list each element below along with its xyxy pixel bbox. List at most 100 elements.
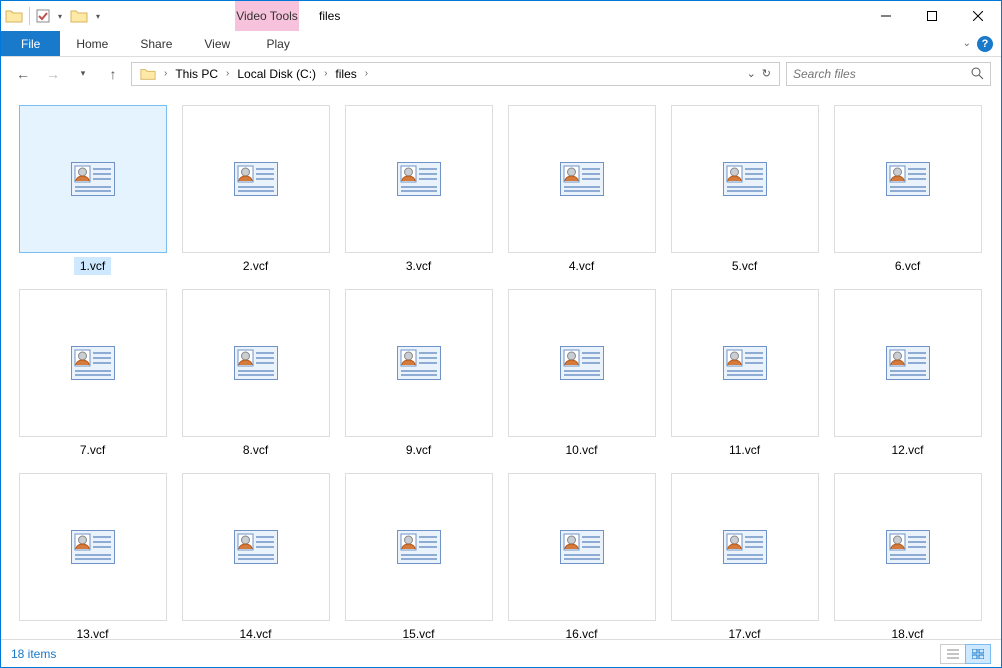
search-input[interactable] [793,67,971,81]
file-item[interactable]: 15.vcf [341,473,496,639]
vcf-icon [671,289,819,437]
vcf-icon [671,105,819,253]
tab-home[interactable]: Home [60,31,124,56]
vcf-icon [345,473,493,621]
address-dropdown-icon[interactable]: ⌄ [747,67,756,80]
close-button[interactable] [955,1,1001,31]
quick-access-toolbar: ▾ ▾ [1,7,108,25]
file-label: 12.vcf [885,441,929,459]
file-label: 7.vcf [74,441,111,459]
file-item[interactable]: 8.vcf [178,289,333,459]
breadcrumb-separator-icon[interactable]: › [162,68,169,79]
file-item[interactable]: 1.vcf [15,105,170,275]
file-item[interactable]: 12.vcf [830,289,985,459]
contextual-tab-video-tools[interactable]: Video Tools [235,1,299,31]
file-label: 15.vcf [396,625,440,639]
file-item[interactable]: 2.vcf [178,105,333,275]
qat-dropdown-icon[interactable]: ▾ [54,10,66,22]
qat-separator [29,7,30,25]
file-item[interactable]: 16.vcf [504,473,659,639]
file-item[interactable]: 3.vcf [341,105,496,275]
search-icon[interactable] [971,67,984,80]
file-pane[interactable]: 1.vcf 2.vcf 3.vcf 4.vcf 5.vcf 6.vcf 7. [1,91,1001,639]
file-item[interactable]: 17.vcf [667,473,822,639]
minimize-button[interactable] [863,1,909,31]
file-label: 9.vcf [400,441,437,459]
ribbon-tabs: File Home Share View Play ⌄ ? [1,31,1001,57]
file-label: 17.vcf [722,625,766,639]
app-folder-icon [5,7,23,25]
nav-back-button[interactable]: ← [11,62,35,86]
vcf-icon [19,289,167,437]
ribbon-collapse-icon[interactable]: ⌄ [963,38,971,49]
breadcrumb-separator-icon[interactable]: › [322,68,329,79]
file-label: 14.vcf [233,625,277,639]
file-grid: 1.vcf 2.vcf 3.vcf 4.vcf 5.vcf 6.vcf 7. [15,105,993,639]
vcf-icon [182,105,330,253]
file-item[interactable]: 9.vcf [341,289,496,459]
breadcrumb-separator-icon[interactable]: › [224,68,231,79]
vcf-icon [834,105,982,253]
help-icon[interactable]: ? [977,36,993,52]
qat-properties-icon[interactable] [36,9,50,23]
vcf-icon [671,473,819,621]
file-label: 3.vcf [400,257,437,275]
window-title: files [319,9,340,23]
file-label: 16.vcf [559,625,603,639]
vcf-icon [834,289,982,437]
file-item[interactable]: 14.vcf [178,473,333,639]
address-row: ← → ▾ ↑ › This PC › Local Disk (C:) › fi… [1,57,1001,91]
nav-recent-dropdown-icon[interactable]: ▾ [71,62,95,86]
nav-forward-button[interactable]: → [41,62,65,86]
breadcrumb-files[interactable]: files [331,67,360,81]
file-label: 2.vcf [237,257,274,275]
vcf-icon [508,105,656,253]
file-item[interactable]: 6.vcf [830,105,985,275]
vcf-icon [19,105,167,253]
tab-file[interactable]: File [1,31,60,56]
view-toggle [941,644,991,664]
qat-customize-icon[interactable]: ▾ [92,10,104,22]
qat-newfolder-icon[interactable] [70,7,88,25]
vcf-icon [182,473,330,621]
address-bar[interactable]: › This PC › Local Disk (C:) › files › ⌄ … [131,62,780,86]
tab-play[interactable]: Play [246,31,310,56]
file-label: 6.vcf [889,257,926,275]
address-folder-icon [136,66,160,82]
file-item[interactable]: 7.vcf [15,289,170,459]
file-item[interactable]: 18.vcf [830,473,985,639]
window-controls [863,1,1001,31]
file-label: 10.vcf [559,441,603,459]
vcf-icon [508,473,656,621]
breadcrumb-this-pc[interactable]: This PC [171,67,222,81]
maximize-button[interactable] [909,1,955,31]
vcf-icon [19,473,167,621]
file-item[interactable]: 10.vcf [504,289,659,459]
file-label: 4.vcf [563,257,600,275]
file-label: 1.vcf [74,257,111,275]
view-large-icons-button[interactable] [965,644,991,664]
tab-view[interactable]: View [188,31,246,56]
vcf-icon [834,473,982,621]
file-item[interactable]: 5.vcf [667,105,822,275]
titlebar: ▾ ▾ Video Tools files [1,1,1001,31]
file-item[interactable]: 11.vcf [667,289,822,459]
vcf-icon [345,105,493,253]
view-details-button[interactable] [940,644,966,664]
vcf-icon [508,289,656,437]
vcf-icon [345,289,493,437]
file-label: 13.vcf [70,625,114,639]
refresh-icon[interactable]: ↻ [762,67,771,80]
file-label: 18.vcf [885,625,929,639]
breadcrumb-separator-icon[interactable]: › [363,68,370,79]
file-label: 11.vcf [723,441,766,459]
file-item[interactable]: 13.vcf [15,473,170,639]
tab-share[interactable]: Share [124,31,188,56]
file-item[interactable]: 4.vcf [504,105,659,275]
breadcrumb-local-disk[interactable]: Local Disk (C:) [233,67,320,81]
status-item-count: 18 items [11,647,56,661]
statusbar: 18 items [1,639,1001,667]
search-box[interactable] [786,62,991,86]
file-label: 8.vcf [237,441,274,459]
nav-up-button[interactable]: ↑ [101,62,125,86]
